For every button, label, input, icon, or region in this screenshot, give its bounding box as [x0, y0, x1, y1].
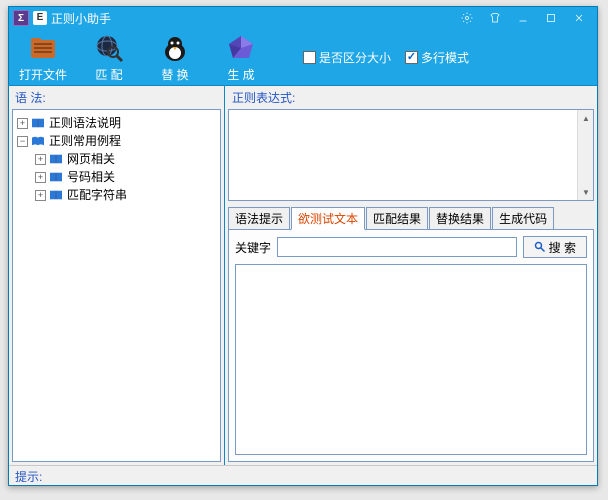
generate-button[interactable]: 生 成 [217, 32, 265, 83]
folder-icon [27, 32, 59, 64]
open-file-label: 打开文件 [19, 66, 67, 83]
tab-syntax-hint[interactable]: 语法提示 [228, 207, 290, 230]
multiline-checkbox[interactable]: 多行模式 [405, 49, 469, 66]
tree-node-root2[interactable]: − 正则常用例程 [17, 132, 216, 150]
magnifier-icon [534, 241, 546, 253]
tab-bar: 语法提示 欲测试文本 匹配结果 替换结果 生成代码 [228, 207, 594, 230]
tab-generate-code[interactable]: 生成代码 [492, 207, 554, 230]
collapse-icon[interactable]: − [17, 136, 28, 147]
case-sensitive-label: 是否区分大小 [319, 49, 391, 66]
syntax-title: 语 法: [9, 86, 224, 109]
penguin-icon [159, 32, 191, 64]
status-text: 提示: [15, 470, 42, 484]
match-label: 匹 配 [95, 66, 122, 83]
match-button[interactable]: 匹 配 [85, 32, 133, 83]
book-icon [49, 171, 63, 183]
tab-match-result[interactable]: 匹配结果 [366, 207, 428, 230]
app-window: Σ E 正则小助手 打开文件 匹 配 替 换 [8, 6, 598, 486]
main-body: 语 法: + 正则语法说明 − 正则常用例程 + [9, 85, 597, 465]
maximize-button[interactable] [537, 9, 565, 27]
tab-content: 关键字 搜 索 [228, 229, 594, 462]
search-button[interactable]: 搜 索 [523, 236, 587, 258]
replace-label: 替 换 [161, 66, 188, 83]
tree-label: 网页相关 [67, 150, 115, 168]
tree-label: 号码相关 [67, 168, 115, 186]
generate-label: 生 成 [227, 66, 254, 83]
tree-label: 正则语法说明 [49, 114, 121, 132]
expand-icon[interactable]: + [35, 190, 46, 201]
checkbox-unchecked-icon [303, 51, 316, 64]
book-icon [49, 189, 63, 201]
regex-label: 正则表达式: [228, 86, 594, 109]
app-e-badge: E [33, 11, 47, 25]
close-button[interactable] [565, 9, 593, 27]
settings-icon[interactable] [453, 9, 481, 27]
expand-icon[interactable]: + [35, 154, 46, 165]
case-sensitive-checkbox[interactable]: 是否区分大小 [303, 49, 391, 66]
tree-node-child2[interactable]: + 号码相关 [17, 168, 216, 186]
book-open-icon [31, 135, 45, 147]
search-globe-icon [93, 32, 125, 64]
status-bar: 提示: [9, 465, 597, 485]
replace-button[interactable]: 替 换 [151, 32, 199, 83]
tree-node-child1[interactable]: + 网页相关 [17, 150, 216, 168]
toolbar: 打开文件 匹 配 替 换 生 成 是否区分大小 多行模式 [9, 29, 597, 85]
tree-label: 匹配字符串 [67, 186, 127, 204]
tab-replace-result[interactable]: 替换结果 [429, 207, 491, 230]
expand-icon[interactable]: + [17, 118, 28, 129]
vertical-scrollbar[interactable] [577, 110, 593, 200]
search-button-label: 搜 索 [549, 239, 576, 256]
gem-icon [225, 32, 257, 64]
tree-label: 正则常用例程 [49, 132, 121, 150]
minimize-button[interactable] [509, 9, 537, 27]
right-panel: 正则表达式: 语法提示 欲测试文本 匹配结果 替换结果 生成代码 关键字 搜 索 [225, 86, 597, 465]
tree-node-root1[interactable]: + 正则语法说明 [17, 114, 216, 132]
titlebar[interactable]: Σ E 正则小助手 [9, 7, 597, 29]
left-panel: 语 法: + 正则语法说明 − 正则常用例程 + [9, 86, 225, 465]
expand-icon[interactable]: + [35, 172, 46, 183]
keyword-label: 关键字 [235, 239, 271, 256]
checkbox-checked-icon [405, 51, 418, 64]
search-row: 关键字 搜 索 [235, 236, 587, 258]
keyword-input[interactable] [277, 237, 517, 257]
open-file-button[interactable]: 打开文件 [19, 32, 67, 83]
skin-icon[interactable] [481, 9, 509, 27]
app-icon: Σ [13, 10, 29, 26]
window-title: 正则小助手 [51, 10, 111, 27]
tab-test-text[interactable]: 欲测试文本 [291, 207, 365, 230]
multiline-label: 多行模式 [421, 49, 469, 66]
syntax-tree[interactable]: + 正则语法说明 − 正则常用例程 + 网页相关 [12, 109, 221, 462]
book-icon [31, 117, 45, 129]
book-icon [49, 153, 63, 165]
tree-node-child3[interactable]: + 匹配字符串 [17, 186, 216, 204]
test-text-area[interactable] [235, 264, 587, 455]
regex-input[interactable] [228, 109, 594, 201]
